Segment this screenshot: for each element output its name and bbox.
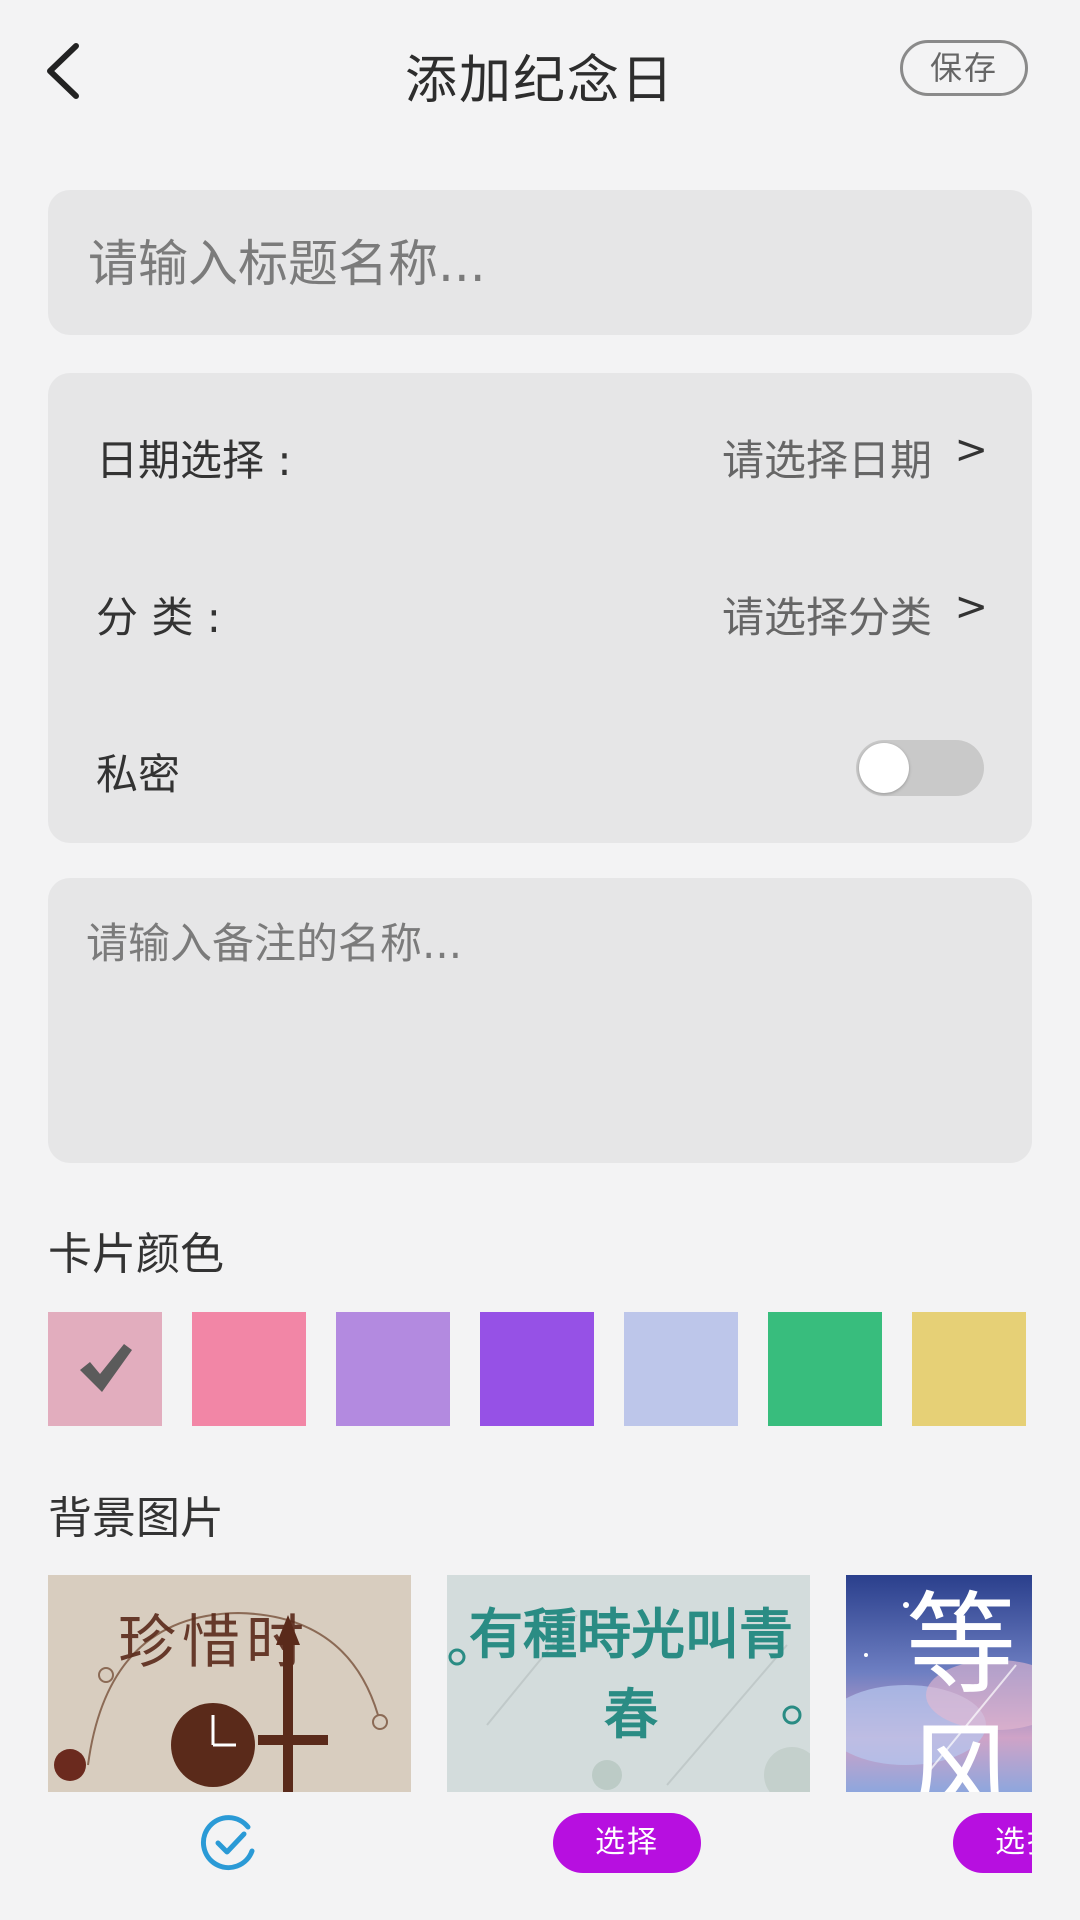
top-bar: 添加纪念日 保存 (0, 0, 1080, 145)
toggle-knob (859, 743, 909, 793)
note-input[interactable] (84, 908, 988, 1132)
color-swatch[interactable] (480, 1312, 594, 1426)
save-button[interactable]: 保存 (900, 40, 1028, 96)
title-input[interactable] (86, 190, 990, 337)
color-swatch[interactable] (192, 1312, 306, 1426)
background-thumb-text: 有種時光叫青春 (469, 1603, 793, 1746)
private-row: 私密 (48, 705, 1032, 825)
color-swatch[interactable] (624, 1312, 738, 1426)
color-swatch[interactable] (768, 1312, 882, 1426)
background-thumb-1[interactable]: 珍惜时 (48, 1575, 411, 1792)
background-image-list: 珍惜时 有種時光叫青春 等风 选择 选择 (48, 1575, 1032, 1875)
card-color-title: 卡片颜色 (48, 1229, 224, 1280)
color-swatch[interactable] (336, 1312, 450, 1426)
chevron-right-icon: > (954, 427, 988, 473)
select-button[interactable]: 选择 (953, 1813, 1032, 1873)
category-picker-row[interactable]: 分 类 : 请选择分类 > (48, 548, 1032, 668)
color-swatch-list (48, 1312, 1032, 1427)
background-thumb-2[interactable]: 有種時光叫青春 (447, 1575, 810, 1792)
private-label: 私密 (96, 750, 181, 799)
date-picker-row[interactable]: 日期选择 : 请选择日期 > (48, 391, 1032, 511)
select-button[interactable]: 选择 (553, 1813, 701, 1873)
category-label: 分 类 : (96, 593, 221, 642)
background-thumb-3[interactable]: 等风 (846, 1575, 1032, 1792)
chevron-right-icon: > (954, 584, 988, 630)
private-toggle[interactable] (856, 740, 984, 796)
background-image-title: 背景图片 (48, 1493, 224, 1544)
category-value: 请选择分类 (721, 593, 932, 642)
note-input-card (48, 878, 1032, 1163)
color-swatch[interactable] (912, 1312, 1026, 1426)
title-input-card (48, 190, 1032, 337)
date-value: 请选择日期 (721, 436, 932, 485)
checkmark-icon (80, 1344, 132, 1392)
background-thumb-text: 珍惜时 (118, 1608, 311, 1676)
selected-check-icon[interactable] (200, 1813, 260, 1873)
color-swatch[interactable] (48, 1312, 162, 1426)
settings-card: 日期选择 : 请选择日期 > 分 类 : 请选择分类 > 私密 (48, 373, 1032, 843)
date-label: 日期选择 : (96, 436, 292, 485)
background-thumb-text: 等风 (906, 1581, 1016, 1792)
